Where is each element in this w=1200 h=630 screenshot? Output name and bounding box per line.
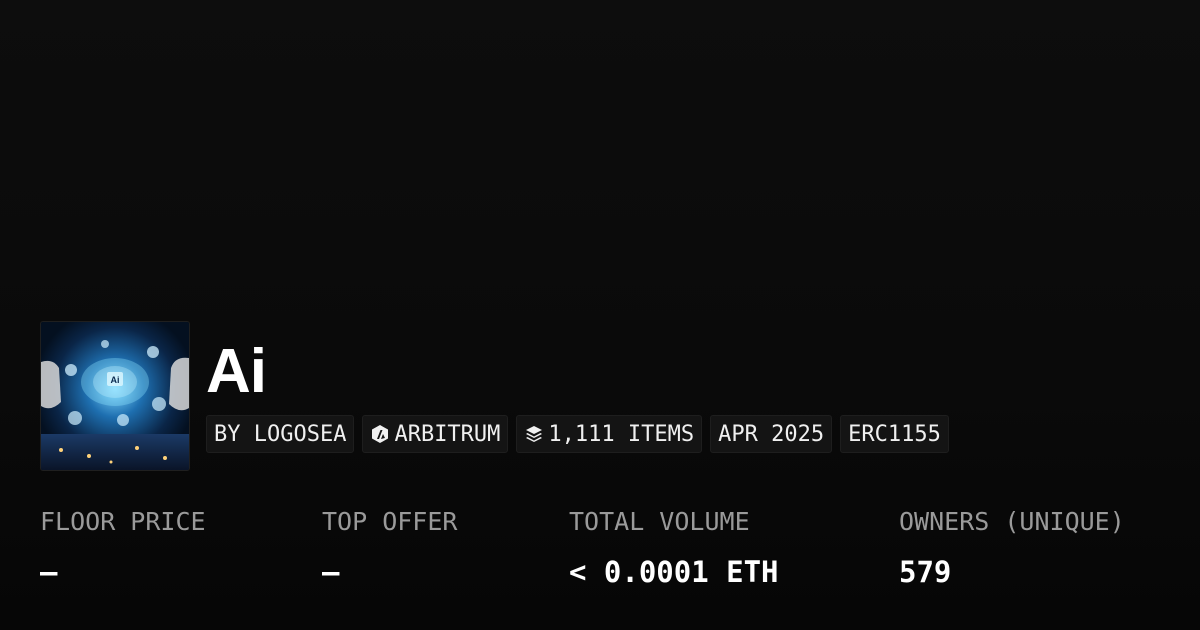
stat-top-offer: TOP OFFER — bbox=[322, 505, 457, 590]
layers-icon bbox=[526, 426, 543, 442]
floor-price-label: FLOOR PRICE bbox=[40, 507, 206, 536]
standard-label: ERC1155 bbox=[848, 421, 941, 447]
creator-chip[interactable]: BY LOGOSEA bbox=[206, 415, 355, 453]
ai-brain-artwork: Ai bbox=[41, 322, 189, 470]
items-label: 1,111 ITEMS bbox=[548, 421, 695, 447]
creator-label: BY LOGOSEA bbox=[214, 421, 347, 447]
date-label: APR 2025 bbox=[718, 421, 825, 447]
chain-chip[interactable]: ARBITRUM bbox=[362, 415, 509, 453]
collection-meta-chips: BY LOGOSEA ARBITRUM 1,111 ITEMS APR 2025… bbox=[206, 415, 949, 453]
standard-chip: ERC1155 bbox=[840, 415, 949, 453]
date-chip: APR 2025 bbox=[710, 415, 833, 453]
stat-floor-price: FLOOR PRICE — bbox=[40, 505, 206, 590]
stat-total-volume: TOTAL VOLUME < 0.0001 ETH bbox=[569, 505, 779, 590]
chain-label: ARBITRUM bbox=[394, 421, 501, 447]
collection-stats: FLOOR PRICE — TOP OFFER — TOTAL VOLUME <… bbox=[40, 505, 1180, 605]
floor-price-value: — bbox=[40, 555, 58, 589]
arbitrum-logo-icon bbox=[372, 425, 389, 443]
top-offer-label: TOP OFFER bbox=[322, 507, 458, 536]
total-volume-value: < 0.0001 ETH bbox=[569, 555, 779, 589]
top-offer-value: — bbox=[322, 555, 340, 589]
svg-text:Ai: Ai bbox=[111, 375, 120, 385]
owners-label: OWNERS (UNIQUE) bbox=[899, 507, 1125, 536]
stat-owners: OWNERS (UNIQUE) 579 bbox=[899, 505, 1125, 590]
owners-value: 579 bbox=[899, 555, 952, 589]
total-volume-label: TOTAL VOLUME bbox=[569, 507, 750, 536]
collection-image[interactable]: Ai bbox=[40, 321, 190, 471]
items-chip[interactable]: 1,111 ITEMS bbox=[516, 415, 703, 453]
collection-title: Ai bbox=[206, 337, 267, 406]
